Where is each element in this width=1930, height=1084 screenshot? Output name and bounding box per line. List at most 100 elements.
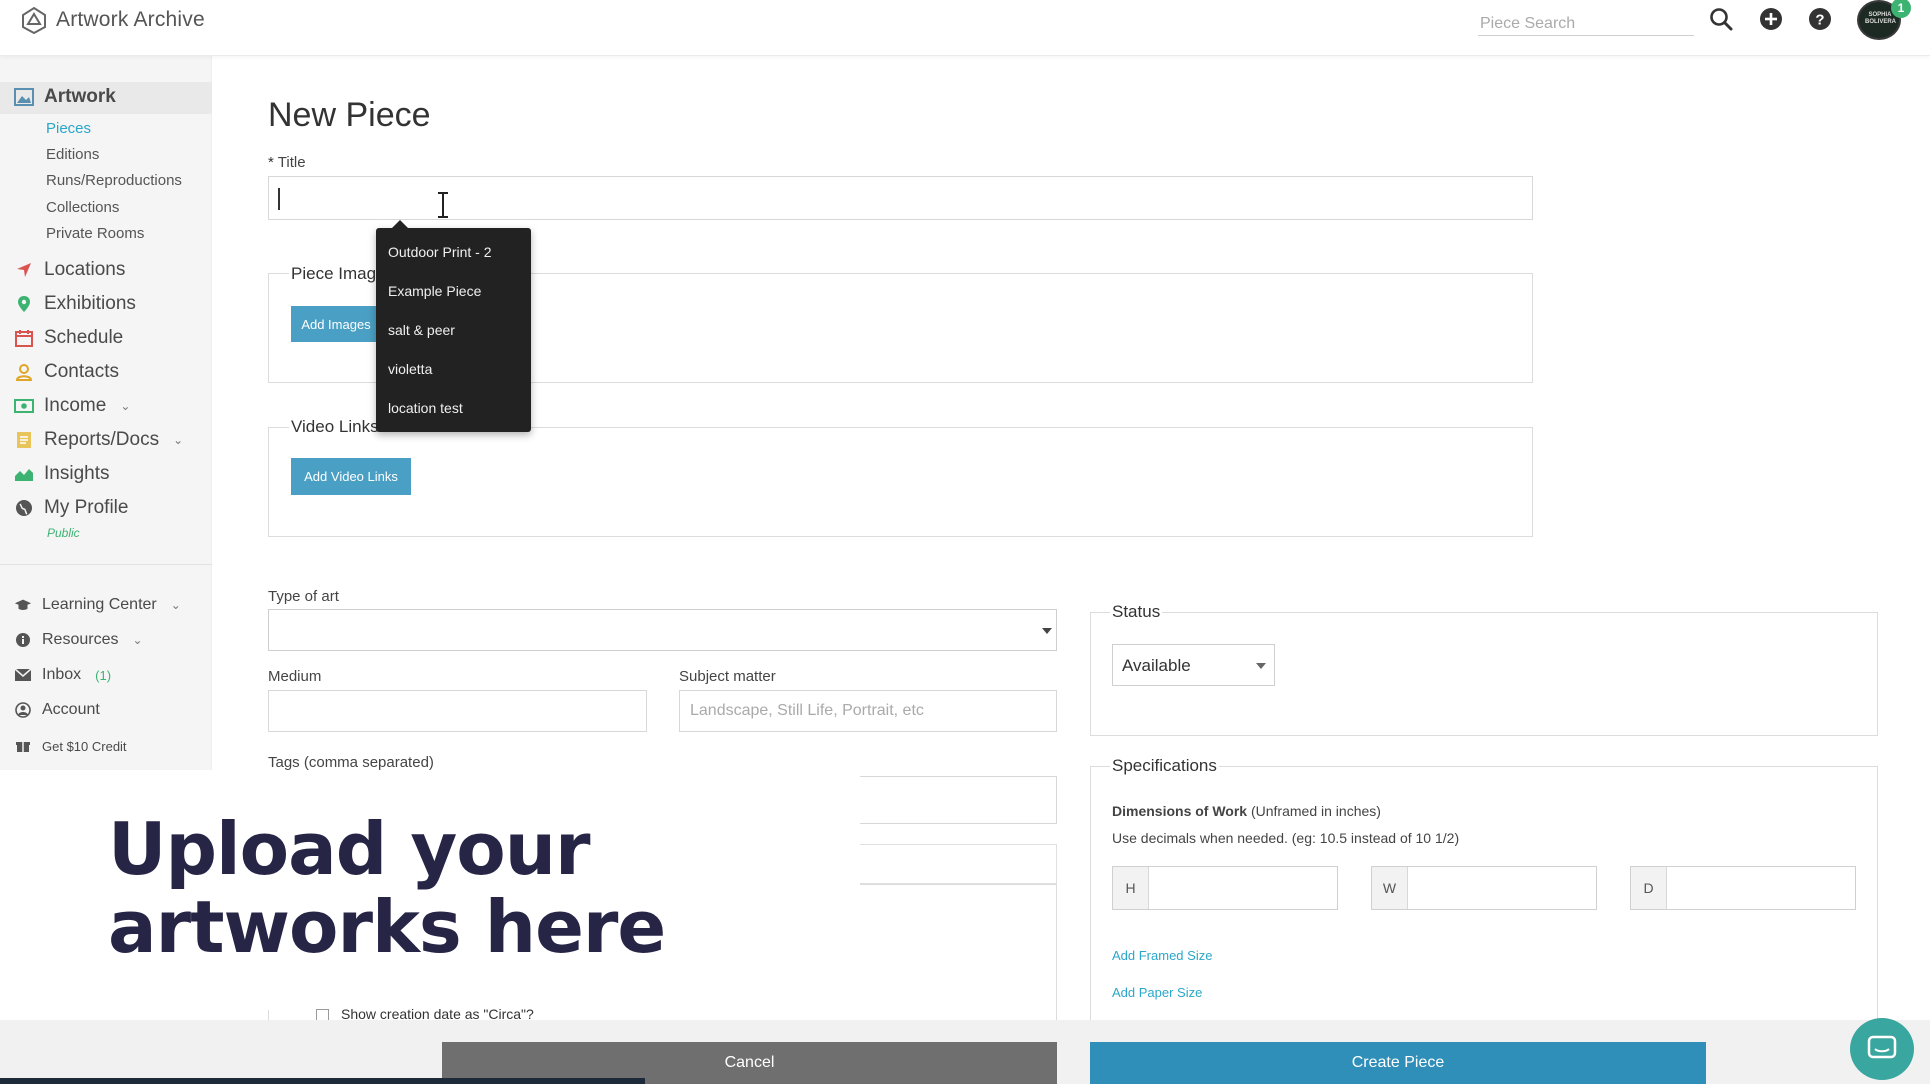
width-label: W bbox=[1372, 867, 1408, 909]
calendar-icon bbox=[14, 328, 34, 348]
status-legend: Status bbox=[1110, 602, 1163, 622]
title-label: * Title bbox=[268, 154, 306, 171]
add-framed-size-link[interactable]: Add Framed Size bbox=[1112, 948, 1212, 963]
sidebar-item-insights[interactable]: Insights bbox=[14, 463, 109, 485]
notification-badge: 1 bbox=[1891, 0, 1911, 18]
brand[interactable]: Artwork Archive bbox=[20, 6, 205, 34]
avatar-text: SOPHIA BOLIVERA bbox=[1865, 12, 1897, 25]
sidebar-item-locations[interactable]: Locations bbox=[14, 259, 125, 281]
chevron-down-icon: ⌄ bbox=[120, 399, 131, 413]
subject-matter-input[interactable] bbox=[679, 690, 1057, 732]
add-images-button[interactable]: Add Images bbox=[291, 306, 381, 342]
create-piece-button[interactable]: Create Piece bbox=[1090, 1042, 1706, 1084]
height-label: H bbox=[1113, 867, 1149, 909]
page-title: New Piece bbox=[268, 96, 431, 134]
sidebar-item-get-credit[interactable]: Get $10 Credit bbox=[14, 737, 127, 755]
sidebar-item-label: Contacts bbox=[44, 361, 119, 382]
height-input[interactable]: H bbox=[1112, 866, 1338, 910]
autocomplete-option[interactable]: salt & peer bbox=[388, 322, 455, 338]
sidebar-item-inbox[interactable]: Inbox (1) bbox=[14, 666, 111, 684]
public-profile-tag[interactable]: Public bbox=[47, 526, 80, 540]
help-icon[interactable]: ? bbox=[1807, 6, 1833, 32]
add-video-links-button[interactable]: Add Video Links bbox=[291, 458, 411, 495]
contact-icon bbox=[14, 362, 34, 382]
autocomplete-option[interactable]: location test bbox=[388, 400, 463, 416]
decimals-hint: Use decimals when needed. (eg: 10.5 inst… bbox=[1112, 830, 1460, 846]
medium-input[interactable] bbox=[268, 690, 647, 732]
chevron-down-icon: ⌄ bbox=[173, 433, 184, 447]
sidebar-item-resources[interactable]: Resources ⌄ bbox=[14, 631, 143, 649]
title-input[interactable] bbox=[268, 176, 1533, 220]
svg-text:?: ? bbox=[1815, 12, 1824, 29]
sidebar-sub-editions[interactable]: Editions bbox=[46, 146, 99, 163]
sidebar-item-label: My Profile bbox=[44, 497, 129, 518]
status-value: Available bbox=[1122, 656, 1191, 675]
medium-label: Medium bbox=[268, 668, 322, 685]
sidebar-item-label: Inbox bbox=[42, 666, 82, 683]
inbox-count: (1) bbox=[95, 667, 112, 683]
envelope-icon bbox=[14, 666, 32, 684]
sidebar-item-label: Exhibitions bbox=[44, 293, 136, 314]
promo-headline: Upload your artworks here bbox=[108, 807, 666, 969]
sidebar-item-label: Get $10 Credit bbox=[42, 738, 127, 754]
sidebar-item-label: Resources bbox=[42, 631, 119, 648]
piece-search-input[interactable] bbox=[1478, 8, 1694, 36]
sidebar-item-my-profile[interactable]: My Profile bbox=[14, 497, 128, 519]
sidebar-item-label: Reports/Docs bbox=[44, 429, 160, 450]
chevron-down-icon: ⌄ bbox=[170, 598, 181, 612]
sidebar: Artwork Pieces Editions Runs/Reproductio… bbox=[0, 56, 212, 770]
autocomplete-option[interactable]: Outdoor Print - 2 bbox=[388, 244, 492, 260]
sidebar-item-learning-center[interactable]: Learning Center ⌄ bbox=[14, 596, 181, 614]
depth-label: D bbox=[1631, 867, 1667, 909]
sidebar-item-income[interactable]: Income ⌄ bbox=[14, 395, 130, 417]
piece-images-legend: Piece Image bbox=[289, 264, 388, 284]
map-pin-icon bbox=[14, 294, 34, 314]
type-of-art-select[interactable] bbox=[268, 609, 1057, 651]
chevron-down-icon: ⌄ bbox=[132, 633, 143, 647]
video-links-legend: Video Links bbox=[289, 417, 381, 437]
sidebar-item-artwork[interactable]: Artwork bbox=[14, 86, 116, 108]
subject-matter-label: Subject matter bbox=[679, 668, 776, 685]
money-icon bbox=[14, 396, 34, 416]
globe-icon bbox=[14, 498, 34, 518]
text-caret bbox=[278, 188, 280, 210]
sidebar-item-label: Schedule bbox=[44, 327, 124, 348]
add-paper-size-link[interactable]: Add Paper Size bbox=[1112, 985, 1202, 1000]
autocomplete-option[interactable]: violetta bbox=[388, 361, 432, 377]
artwork-archive-logo-icon bbox=[22, 6, 46, 34]
promo-overlay: Upload your artworks here bbox=[0, 770, 860, 1010]
video-links-section bbox=[268, 427, 1533, 537]
type-of-art-label: Type of art bbox=[268, 588, 339, 605]
depth-input[interactable]: D bbox=[1630, 866, 1856, 910]
gift-icon bbox=[14, 737, 32, 755]
text-cursor-icon bbox=[438, 192, 448, 218]
sidebar-sub-pieces[interactable]: Pieces bbox=[46, 120, 91, 137]
search-icon[interactable] bbox=[1708, 6, 1734, 32]
chat-widget-button[interactable] bbox=[1850, 1018, 1914, 1080]
sidebar-sub-runs-reproductions[interactable]: Runs/Reproductions bbox=[46, 172, 182, 189]
tags-label: Tags (comma separated) bbox=[268, 754, 434, 771]
document-icon bbox=[14, 430, 34, 450]
sidebar-item-contacts[interactable]: Contacts bbox=[14, 361, 119, 383]
sidebar-item-label: Learning Center bbox=[42, 596, 157, 613]
sidebar-item-label: Insights bbox=[44, 463, 110, 484]
sidebar-item-label: Artwork bbox=[44, 86, 116, 107]
area-chart-icon bbox=[14, 464, 34, 484]
sidebar-sub-collections[interactable]: Collections bbox=[46, 199, 119, 216]
top-bar: Artwork Archive ? SOPHIA BOLIVERA 1 bbox=[0, 0, 1930, 56]
width-input[interactable]: W bbox=[1371, 866, 1597, 910]
autocomplete-option[interactable]: Example Piece bbox=[388, 283, 481, 299]
caret-down-icon bbox=[1256, 663, 1266, 669]
graduation-cap-icon bbox=[14, 596, 32, 614]
sidebar-item-reports-docs[interactable]: Reports/Docs ⌄ bbox=[14, 429, 183, 451]
sidebar-item-label: Locations bbox=[44, 259, 126, 280]
image-icon bbox=[14, 87, 34, 107]
sidebar-item-schedule[interactable]: Schedule bbox=[14, 327, 123, 349]
add-icon[interactable] bbox=[1758, 6, 1784, 32]
sidebar-sub-private-rooms[interactable]: Private Rooms bbox=[46, 225, 144, 242]
sidebar-item-account[interactable]: Account bbox=[14, 701, 100, 719]
chat-icon bbox=[1867, 1035, 1897, 1059]
user-avatar[interactable]: SOPHIA BOLIVERA 1 bbox=[1857, 0, 1911, 40]
sidebar-item-exhibitions[interactable]: Exhibitions bbox=[14, 293, 136, 315]
sidebar-item-label: Income bbox=[44, 395, 107, 416]
